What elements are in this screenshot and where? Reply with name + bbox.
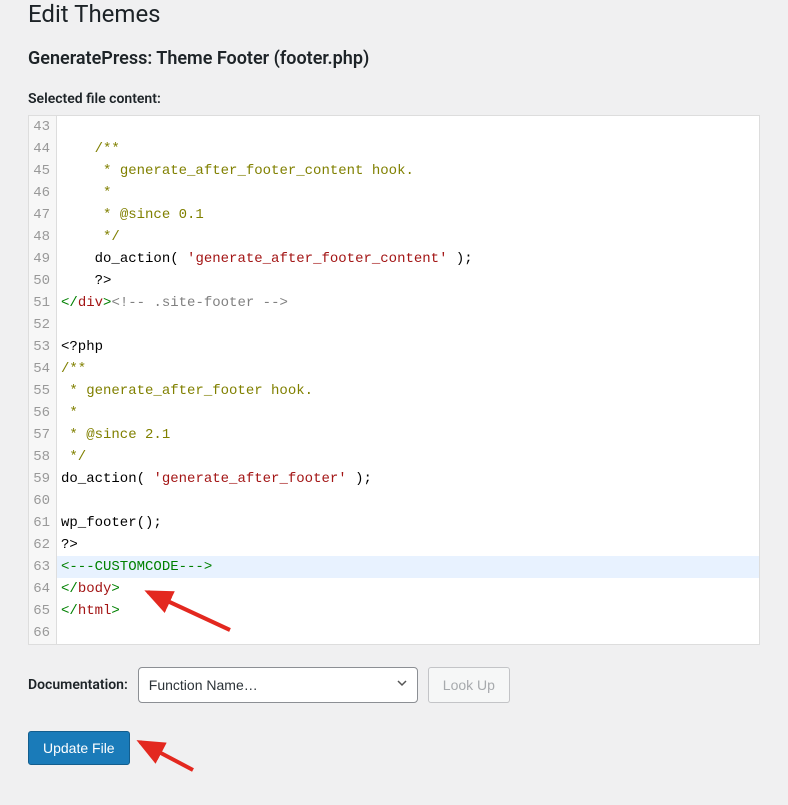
line-number: 59 — [31, 468, 50, 490]
code-line[interactable]: * generate_after_footer_content hook. — [61, 160, 759, 182]
code-line[interactable]: do_action( 'generate_after_footer_conten… — [61, 248, 759, 270]
code-line[interactable]: * generate_after_footer hook. — [61, 380, 759, 402]
line-number: 44 — [31, 138, 50, 160]
line-number: 58 — [31, 446, 50, 468]
line-number: 63 — [31, 556, 50, 578]
line-number: 48 — [31, 226, 50, 248]
code-line[interactable] — [61, 622, 759, 644]
line-number-gutter: 4344454647484950515253545556575859606162… — [29, 116, 57, 644]
documentation-select[interactable]: Function Name… — [138, 667, 418, 703]
line-number: 56 — [31, 402, 50, 424]
code-line[interactable]: </div><!-- .site-footer --> — [61, 292, 759, 314]
line-number: 43 — [31, 116, 50, 138]
code-line[interactable] — [61, 314, 759, 336]
line-number: 51 — [31, 292, 50, 314]
code-line[interactable]: * — [61, 182, 759, 204]
code-line[interactable]: do_action( 'generate_after_footer' ); — [61, 468, 759, 490]
code-line[interactable]: </body> — [61, 578, 759, 600]
line-number: 53 — [31, 336, 50, 358]
code-line[interactable]: * — [61, 402, 759, 424]
code-line[interactable]: */ — [61, 446, 759, 468]
line-number: 50 — [31, 270, 50, 292]
line-number: 55 — [31, 380, 50, 402]
code-line[interactable]: ?> — [61, 270, 759, 292]
code-line[interactable]: /** — [61, 358, 759, 380]
code-line[interactable]: * @since 2.1 — [61, 424, 759, 446]
line-number: 57 — [31, 424, 50, 446]
code-line[interactable] — [61, 116, 759, 138]
code-line[interactable]: /** — [61, 138, 759, 160]
line-number: 49 — [31, 248, 50, 270]
line-number: 47 — [31, 204, 50, 226]
code-content[interactable]: /** * generate_after_footer_content hook… — [57, 116, 759, 644]
page-title: Edit Themes — [28, 0, 760, 28]
line-number: 60 — [31, 490, 50, 512]
code-line[interactable]: ?> — [61, 534, 759, 556]
selected-file-label: Selected file content: — [28, 91, 760, 107]
code-line[interactable]: * @since 0.1 — [61, 204, 759, 226]
line-number: 64 — [31, 578, 50, 600]
theme-file-heading: GeneratePress: Theme Footer (footer.php) — [28, 48, 760, 69]
line-number: 52 — [31, 314, 50, 336]
code-line[interactable]: wp_footer(); — [61, 512, 759, 534]
line-number: 62 — [31, 534, 50, 556]
code-editor[interactable]: 4344454647484950515253545556575859606162… — [28, 115, 760, 645]
line-number: 66 — [31, 622, 50, 644]
lookup-button[interactable]: Look Up — [428, 667, 510, 703]
line-number: 54 — [31, 358, 50, 380]
code-line[interactable]: <?php — [61, 336, 759, 358]
line-number: 61 — [31, 512, 50, 534]
code-line[interactable]: <---CUSTOMCODE---> — [57, 556, 760, 578]
line-number: 46 — [31, 182, 50, 204]
update-file-button[interactable]: Update File — [28, 731, 130, 765]
line-number: 45 — [31, 160, 50, 182]
line-number: 65 — [31, 600, 50, 622]
code-line[interactable]: */ — [61, 226, 759, 248]
code-line[interactable] — [61, 490, 759, 512]
documentation-label: Documentation: — [28, 677, 128, 693]
code-line[interactable]: </html> — [61, 600, 759, 622]
